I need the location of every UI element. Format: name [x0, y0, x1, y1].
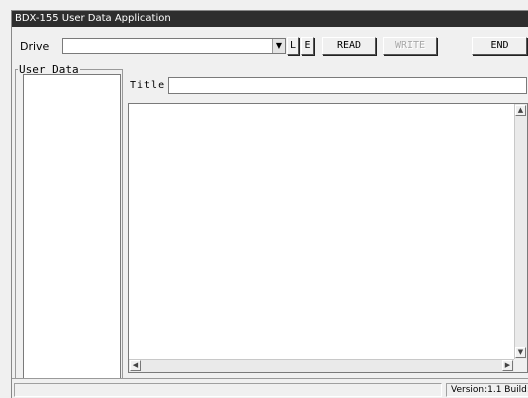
title-label: Title [130, 80, 166, 91]
horizontal-scrollbar[interactable]: ◀ ▶ [129, 359, 514, 372]
write-button[interactable]: WRITE [383, 37, 437, 55]
title-input[interactable] [168, 77, 527, 94]
status-message-panel [14, 383, 442, 397]
drive-label: Drive [20, 40, 50, 53]
e-button[interactable]: E [301, 37, 314, 55]
app-window: BDX-155 User Data Application Drive ▼ L … [11, 10, 528, 398]
scroll-corner [514, 359, 527, 372]
status-bar: Version:1.1 Build:2 [12, 378, 528, 398]
user-data-list[interactable] [23, 74, 121, 384]
version-text: Version:1.1 Build:2 [446, 383, 528, 397]
chevron-down-icon[interactable]: ▼ [272, 39, 285, 53]
drive-select-value [63, 46, 66, 57]
scroll-down-icon[interactable]: ▼ [515, 347, 526, 358]
l-button[interactable]: L [287, 37, 299, 55]
end-button[interactable]: END [472, 37, 527, 55]
title-input-value [169, 85, 172, 96]
drive-select[interactable]: ▼ [62, 38, 286, 54]
data-text-area[interactable]: ▲ ▼ ◀ ▶ [128, 103, 528, 373]
scroll-up-icon[interactable]: ▲ [515, 105, 526, 116]
window-title: BDX-155 User Data Application [12, 11, 528, 27]
scroll-right-icon[interactable]: ▶ [502, 360, 513, 371]
read-button[interactable]: READ [322, 37, 376, 55]
scroll-left-icon[interactable]: ◀ [130, 360, 141, 371]
vertical-scrollbar[interactable]: ▲ ▼ [514, 104, 527, 359]
